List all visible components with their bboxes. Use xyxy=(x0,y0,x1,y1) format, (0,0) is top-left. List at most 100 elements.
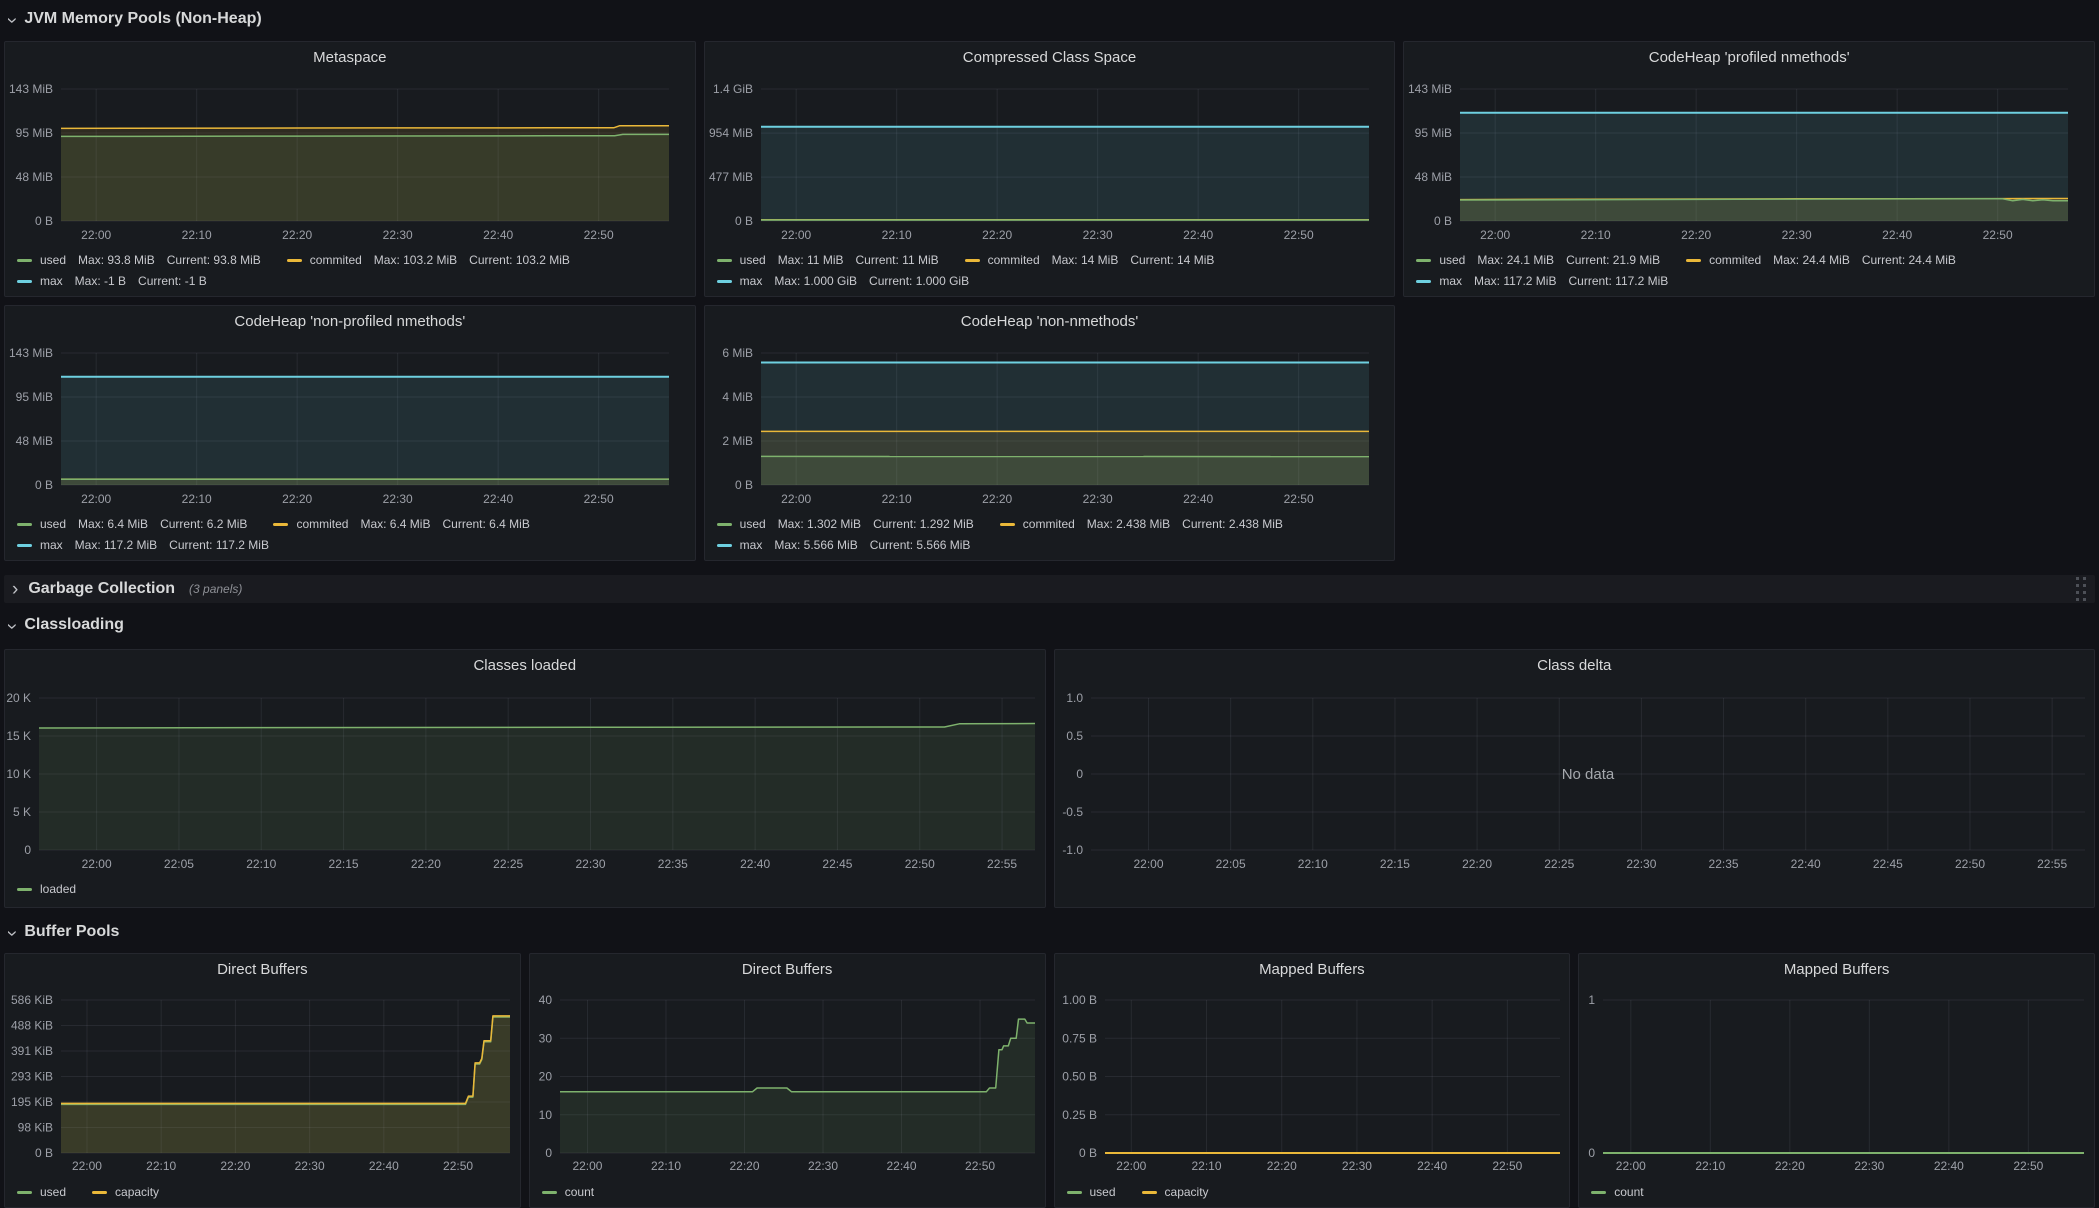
legend-series-name: used xyxy=(40,250,66,271)
svg-text:22:40: 22:40 xyxy=(1882,228,1912,242)
svg-text:22:30: 22:30 xyxy=(1341,1159,1371,1173)
svg-text:22:45: 22:45 xyxy=(1872,857,1902,871)
legend-item-count[interactable]: count xyxy=(542,1182,594,1203)
legend-series-color-icon xyxy=(1591,1191,1606,1194)
legend: loaded xyxy=(17,879,1039,900)
chart-plot: -1.0-0.500.51.022:0022:0522:1022:1522:20… xyxy=(1055,650,2095,907)
svg-text:22:40: 22:40 xyxy=(1417,1159,1447,1173)
panel-title[interactable]: CodeHeap 'non-nmethods' xyxy=(705,313,1395,330)
legend-series-name: commited xyxy=(1709,250,1761,271)
legend-series-name: commited xyxy=(1023,514,1075,535)
legend-item-commited[interactable]: commitedMax: 24.4 MiBCurrent: 24.4 MiB xyxy=(1686,250,1956,271)
legend-item-count[interactable]: count xyxy=(1591,1182,1643,1203)
legend-item-commited[interactable]: commitedMax: 103.2 MiBCurrent: 103.2 MiB xyxy=(287,250,570,271)
row-garbage-collection[interactable]: › Garbage Collection (3 panels) xyxy=(4,575,2095,603)
svg-text:22:40: 22:40 xyxy=(483,492,513,506)
legend-item-loaded[interactable]: loaded xyxy=(17,879,76,900)
legend-item-capacity[interactable]: capacity xyxy=(1142,1182,1209,1203)
series-loaded xyxy=(39,724,1035,851)
legend-series-name: count xyxy=(565,1182,594,1203)
legend-item-used[interactable]: used xyxy=(17,1182,66,1203)
legend-series-name: max xyxy=(1439,271,1462,292)
svg-text:0: 0 xyxy=(545,1146,552,1160)
legend-series-name: capacity xyxy=(115,1182,159,1203)
legend-series-name: max xyxy=(740,535,763,556)
legend-item-commited[interactable]: commitedMax: 6.4 MiBCurrent: 6.4 MiB xyxy=(273,514,529,535)
legend-item-used[interactable]: usedMax: 93.8 MiBCurrent: 93.8 MiB xyxy=(17,250,261,271)
svg-text:22:05: 22:05 xyxy=(1215,857,1245,871)
panel-title[interactable]: Direct Buffers xyxy=(530,961,1045,978)
row-title: Buffer Pools xyxy=(24,923,119,941)
y-axis-tick-labels: 05 K10 K15 K20 K xyxy=(6,691,31,857)
legend-item-max[interactable]: maxMax: 5.566 MiBCurrent: 5.566 MiB xyxy=(717,535,971,556)
legend-item-max[interactable]: maxMax: 117.2 MiBCurrent: 117.2 MiB xyxy=(1416,271,1668,292)
legend-item-commited[interactable]: commitedMax: 14 MiBCurrent: 14 MiB xyxy=(965,250,1215,271)
legend-series-name: max xyxy=(40,535,63,556)
row-header-jvm-memory-pools[interactable]: › JVM Memory Pools (Non-Heap) xyxy=(8,6,262,32)
grid-lines xyxy=(1603,1000,2084,1153)
drag-handle-icon[interactable] xyxy=(2076,577,2087,602)
legend-item-commited[interactable]: commitedMax: 2.438 MiBCurrent: 2.438 MiB xyxy=(1000,514,1283,535)
panel-title[interactable]: Class delta xyxy=(1055,657,2095,674)
panel-title[interactable]: CodeHeap 'profiled nmethods' xyxy=(1404,49,2094,66)
panel-title[interactable]: CodeHeap 'non-profiled nmethods' xyxy=(5,313,695,330)
legend-series-name: loaded xyxy=(40,879,76,900)
svg-text:0 B: 0 B xyxy=(735,478,753,492)
series-capacity xyxy=(61,1016,510,1153)
panel-title[interactable]: Compressed Class Space xyxy=(705,49,1395,66)
legend-item-capacity[interactable]: capacity xyxy=(92,1182,159,1203)
svg-text:22:00: 22:00 xyxy=(1133,857,1163,871)
legend-series-name: used xyxy=(1090,1182,1116,1203)
legend-item-used[interactable]: usedMax: 24.1 MiBCurrent: 21.9 MiB xyxy=(1416,250,1660,271)
x-axis-tick-labels: 22:0022:1022:2022:3022:4022:50 xyxy=(72,1159,473,1173)
legend-item-max[interactable]: maxMax: 1.000 GiBCurrent: 1.000 GiB xyxy=(717,271,969,292)
row-header-buffer-pools[interactable]: › Buffer Pools xyxy=(8,919,119,945)
svg-text:22:30: 22:30 xyxy=(383,492,413,506)
svg-text:1.4 GiB: 1.4 GiB xyxy=(713,82,753,96)
svg-text:20 K: 20 K xyxy=(6,691,31,705)
legend-item-max[interactable]: maxMax: 117.2 MiBCurrent: 117.2 MiB xyxy=(17,535,269,556)
y-axis-tick-labels: 0 B48 MiB95 MiB143 MiB xyxy=(9,346,53,492)
panel-title[interactable]: Direct Buffers xyxy=(5,961,520,978)
panel-title[interactable]: Mapped Buffers xyxy=(1055,961,1570,978)
legend: usedMax: 24.1 MiBCurrent: 21.9 MiB commit… xyxy=(1416,250,2088,292)
svg-text:488 KiB: 488 KiB xyxy=(11,1019,53,1033)
row-header-classloading[interactable]: › Classloading xyxy=(8,612,124,638)
legend-series-color-icon xyxy=(1000,523,1015,526)
series-used xyxy=(761,220,1369,221)
x-axis-tick-labels: 22:0022:0522:1022:1522:2022:2522:3022:35… xyxy=(1133,857,2067,871)
svg-text:22:35: 22:35 xyxy=(1708,857,1738,871)
panel-direct-buffers-count: 01020304022:0022:1022:2022:3022:4022:50 … xyxy=(529,953,1046,1208)
svg-text:954 MiB: 954 MiB xyxy=(709,126,753,140)
svg-text:22:50: 22:50 xyxy=(2014,1159,2044,1173)
legend-item-max[interactable]: maxMax: -1 BCurrent: -1 B xyxy=(17,271,207,292)
legend-item-used[interactable]: used xyxy=(1067,1182,1116,1203)
legend-series-stat: Current: -1 B xyxy=(138,271,207,292)
svg-text:0: 0 xyxy=(1076,767,1083,781)
panel-title[interactable]: Metaspace xyxy=(5,49,695,66)
grafana-dashboard: › JVM Memory Pools (Non-Heap) 0 B48 MiB9… xyxy=(0,0,2099,1208)
svg-text:22:40: 22:40 xyxy=(740,857,770,871)
x-axis-tick-labels: 22:0022:1022:2022:3022:4022:50 xyxy=(572,1159,995,1173)
legend-item-used[interactable]: usedMax: 6.4 MiBCurrent: 6.2 MiB xyxy=(17,514,247,535)
svg-text:-1.0: -1.0 xyxy=(1062,843,1083,857)
svg-text:22:50: 22:50 xyxy=(1283,492,1313,506)
chevron-down-icon: › xyxy=(3,623,22,629)
legend-series-stat: Max: 1.000 GiB xyxy=(774,271,857,292)
panel-title[interactable]: Classes loaded xyxy=(5,657,1045,674)
svg-text:586 KiB: 586 KiB xyxy=(11,993,53,1007)
legend-item-used[interactable]: usedMax: 1.302 MiBCurrent: 1.292 MiB xyxy=(717,514,974,535)
legend-series-name: count xyxy=(1614,1182,1643,1203)
legend-item-used[interactable]: usedMax: 11 MiBCurrent: 11 MiB xyxy=(717,250,939,271)
svg-text:22:30: 22:30 xyxy=(1782,228,1812,242)
legend-series-color-icon xyxy=(17,523,32,526)
y-axis-tick-labels: 0 B0.25 B0.50 B0.75 B1.00 B xyxy=(1062,993,1097,1160)
legend-series-color-icon xyxy=(17,259,32,262)
svg-text:22:40: 22:40 xyxy=(1183,492,1213,506)
svg-text:22:30: 22:30 xyxy=(808,1159,838,1173)
svg-text:22:00: 22:00 xyxy=(81,228,111,242)
panel-title[interactable]: Mapped Buffers xyxy=(1579,961,2094,978)
svg-text:22:00: 22:00 xyxy=(781,492,811,506)
svg-text:15 K: 15 K xyxy=(6,729,31,743)
svg-text:22:00: 22:00 xyxy=(72,1159,102,1173)
